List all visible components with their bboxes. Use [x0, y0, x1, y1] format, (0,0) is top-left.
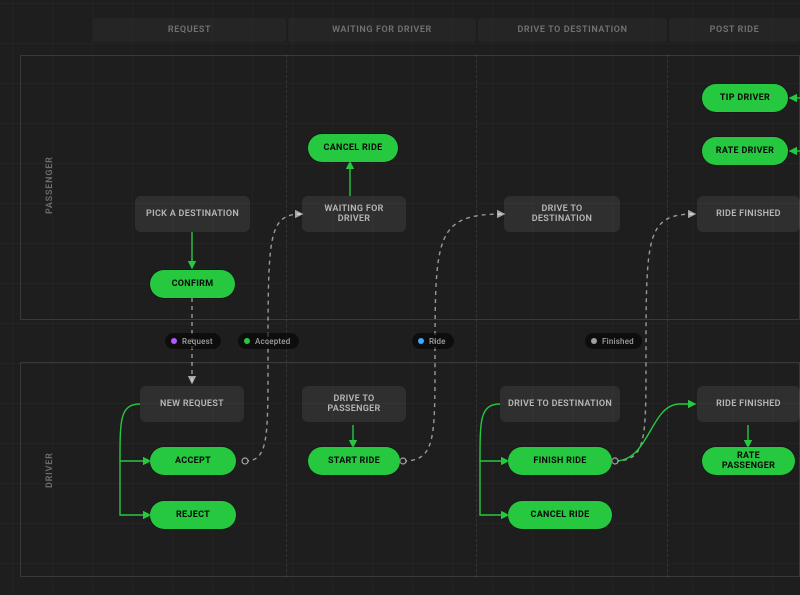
col-sep-3 — [667, 55, 668, 577]
dot-icon — [591, 338, 597, 344]
col-sep-1 — [286, 55, 287, 577]
event-request: Request — [165, 333, 221, 349]
action-start-ride[interactable]: START RIDE — [308, 447, 400, 475]
action-reject[interactable]: REJECT — [150, 501, 236, 529]
node-new-request[interactable]: NEW REQUEST — [140, 386, 244, 422]
node-drive-to-passenger[interactable]: DRIVE TO PASSENGER — [302, 386, 406, 422]
node-ride-finished-driver[interactable]: RIDE FINISHED — [697, 386, 800, 422]
action-tip-driver[interactable]: TIP DRIVER — [702, 84, 788, 112]
lane-driver-box — [20, 362, 800, 577]
event-label: Accepted — [255, 337, 291, 346]
diagram-canvas: REQUEST WAITING FOR DRIVER DRIVE TO DEST… — [0, 0, 800, 595]
lane-label-driver: DRIVER — [45, 452, 55, 488]
dot-icon — [171, 338, 177, 344]
event-accepted: Accepted — [238, 333, 299, 349]
action-finish-ride[interactable]: FINISH RIDE — [508, 447, 612, 475]
node-drive-to-destination-passenger[interactable]: DRIVE TO DESTINATION — [504, 196, 620, 232]
col-header-drive: DRIVE TO DESTINATION — [478, 18, 667, 42]
action-rate-driver[interactable]: RATE DRIVER — [702, 137, 788, 165]
lane-passenger-box — [20, 55, 800, 320]
event-label: Ride — [429, 337, 446, 346]
node-ride-finished-passenger[interactable]: RIDE FINISHED — [697, 196, 800, 232]
dot-icon — [244, 338, 250, 344]
action-rate-passenger[interactable]: RATE PASSENGER — [702, 447, 795, 475]
col-header-request: REQUEST — [93, 18, 286, 42]
lane-label-passenger: PASSENGER — [45, 156, 55, 214]
action-cancel-ride-driver[interactable]: CANCEL RIDE — [508, 501, 612, 529]
col-header-waiting: WAITING FOR DRIVER — [288, 18, 476, 42]
col-sep-2 — [476, 55, 477, 577]
node-waiting-for-driver[interactable]: WAITING FOR DRIVER — [302, 196, 406, 232]
event-label: Finished — [602, 337, 634, 346]
action-accept[interactable]: ACCEPT — [150, 447, 236, 475]
node-drive-to-destination-driver[interactable]: DRIVE TO DESTINATION — [500, 386, 620, 422]
event-label: Request — [182, 337, 213, 346]
event-ride: Ride — [412, 333, 454, 349]
node-pick-destination[interactable]: PICK A DESTINATION — [135, 196, 250, 232]
action-confirm[interactable]: CONFIRM — [150, 270, 235, 298]
col-header-post: POST RIDE — [669, 18, 800, 42]
event-finished: Finished — [585, 333, 642, 349]
action-cancel-ride-passenger[interactable]: CANCEL RIDE — [308, 134, 398, 162]
dot-icon — [418, 338, 424, 344]
